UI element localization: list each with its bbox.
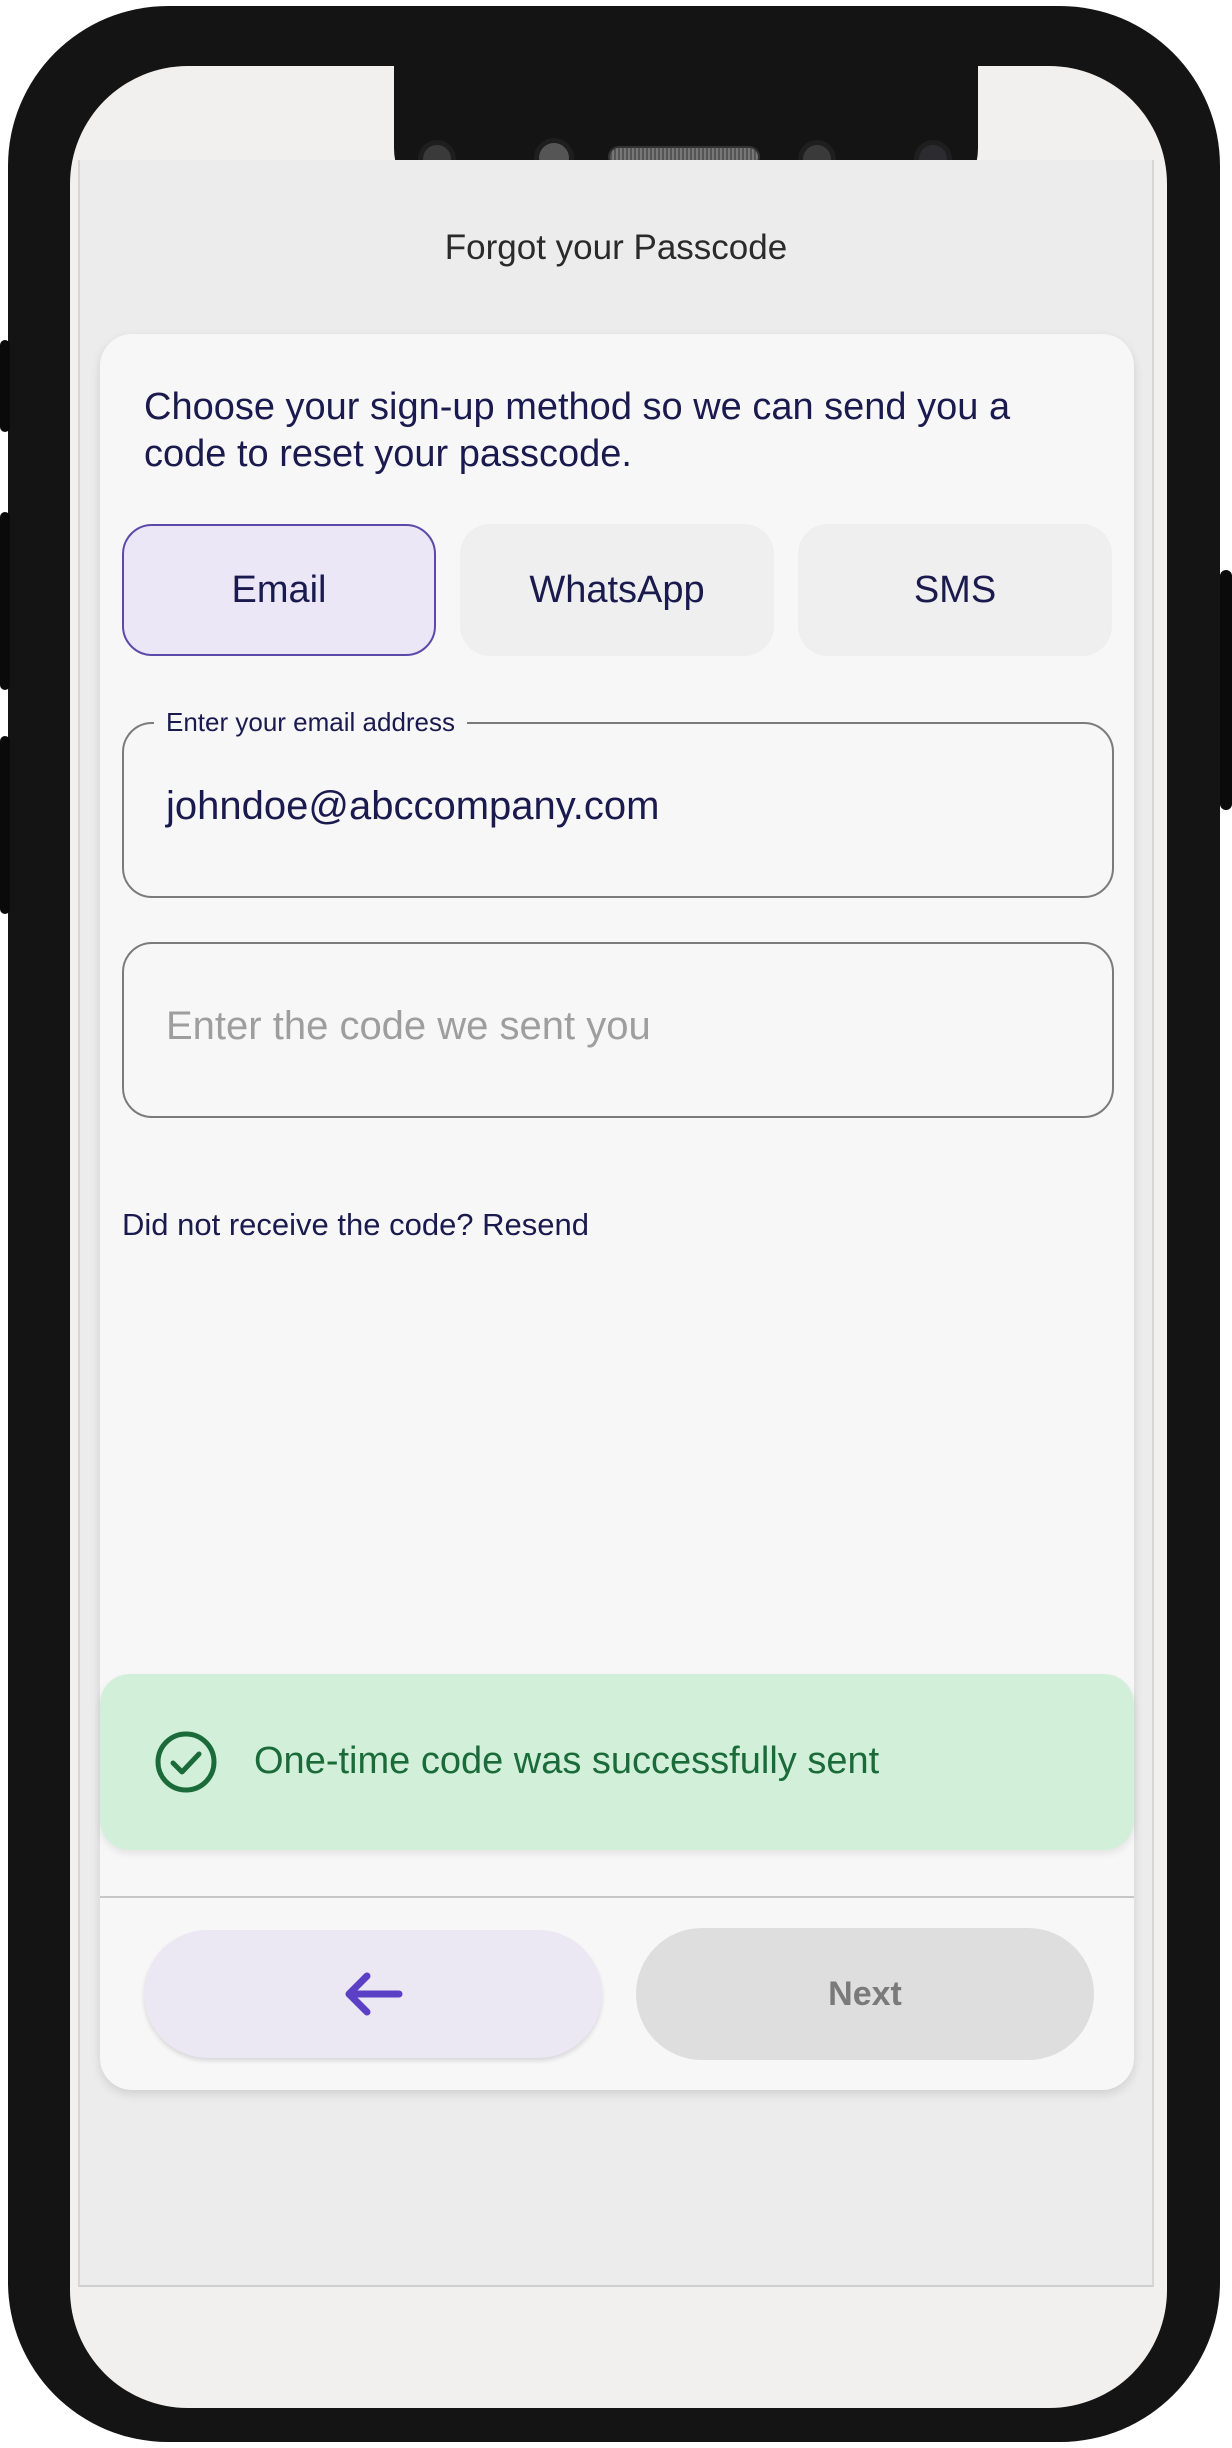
reset-passcode-card: Choose your sign-up method so we can sen… bbox=[100, 334, 1134, 2090]
page-title: Forgot your Passcode bbox=[444, 228, 788, 267]
instructions-text: Choose your sign-up method so we can sen… bbox=[144, 386, 1011, 475]
signup-method-selector: Email WhatsApp SMS bbox=[122, 524, 1112, 656]
email-field-label: Enter your email address bbox=[154, 707, 468, 738]
arrow-left-icon bbox=[345, 1972, 403, 2016]
method-whatsapp-button[interactable]: WhatsApp bbox=[460, 524, 774, 656]
method-email-button[interactable]: Email bbox=[122, 524, 436, 656]
success-toast: One-time code was successfully sent bbox=[100, 1674, 1134, 1850]
check-circle-icon bbox=[155, 1731, 217, 1793]
phone-side-button bbox=[0, 512, 10, 690]
next-button[interactable]: Next bbox=[636, 1928, 1094, 2060]
email-field[interactable]: Enter your email address johndoe@abccomp… bbox=[122, 707, 1114, 898]
footer-divider bbox=[100, 1896, 1134, 1898]
email-field-value: johndoe@abccompany.com bbox=[166, 784, 660, 828]
app-screen: Forgot your Passcode Choose your sign-up… bbox=[78, 160, 1154, 2287]
code-input-placeholder: Enter the code we sent you bbox=[166, 1004, 651, 1048]
phone-side-button bbox=[0, 736, 10, 914]
phone-side-button bbox=[0, 340, 10, 432]
resend-code-link[interactable]: Did not receive the code? Resend bbox=[122, 1207, 589, 1243]
back-button[interactable] bbox=[144, 1930, 602, 2058]
toast-message: One-time code was successfully sent bbox=[254, 1740, 880, 1782]
code-input[interactable]: Enter the code we sent you bbox=[122, 942, 1114, 1118]
method-sms-button[interactable]: SMS bbox=[798, 524, 1112, 656]
phone-power-button bbox=[1220, 570, 1232, 810]
